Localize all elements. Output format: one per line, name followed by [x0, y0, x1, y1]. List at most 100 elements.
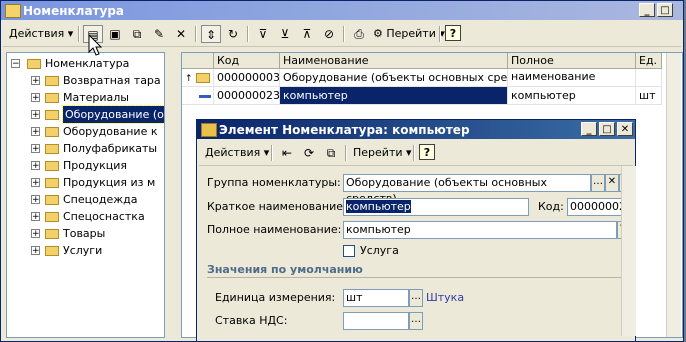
- expand-icon[interactable]: +: [31, 110, 40, 120]
- expand-icon[interactable]: +: [31, 93, 40, 103]
- expand-icon[interactable]: +: [31, 246, 40, 256]
- grid-cell-code[interactable]: 000000003: [214, 69, 280, 87]
- section-divider: [207, 277, 631, 278]
- toolbar-separator: [439, 26, 441, 42]
- add-group-icon[interactable]: ▣: [105, 25, 125, 43]
- main-window-title: Номенклатура: [23, 4, 125, 18]
- toolbar-separator: [271, 145, 273, 161]
- expand-icon[interactable]: +: [31, 161, 40, 171]
- grid-cell-code[interactable]: 000000023: [214, 87, 280, 105]
- folder-icon: [45, 212, 59, 222]
- tree-item-label: Материалы: [63, 91, 129, 104]
- dialog-title: Элемент Номенклатура: компьютер: [219, 123, 470, 137]
- tree-item-label: Продукция: [63, 159, 127, 172]
- dialog-minimize-button[interactable]: _: [581, 122, 597, 136]
- filter-setup-icon[interactable]: ⊻: [275, 25, 295, 43]
- expand-icon[interactable]: +: [31, 127, 40, 137]
- goto-menu-button[interactable]: ⚙ Перейти ▾: [369, 25, 449, 43]
- short-name-input[interactable]: компьютер: [343, 198, 529, 216]
- help-button[interactable]: ?: [445, 25, 461, 41]
- folder-icon: [45, 93, 59, 103]
- hierarchy-toggle-icon[interactable]: ⇕: [201, 25, 221, 43]
- group-tree[interactable]: − Номенклатура + Возвратная тара + Материал…: [6, 52, 165, 338]
- dialog-actions-menu-button[interactable]: Действия ▾: [201, 144, 273, 162]
- grid-cell-unit[interactable]: шт: [636, 87, 662, 105]
- group-row-icon: ↑: [182, 69, 214, 87]
- service-checkbox[interactable]: [343, 245, 355, 257]
- grid-cell-full-name[interactable]: компьютер: [508, 87, 636, 105]
- grid-header-name[interactable]: Наименование: [280, 53, 508, 69]
- vat-select-button[interactable]: …: [409, 312, 423, 330]
- expand-icon[interactable]: +: [31, 212, 40, 222]
- reread-icon[interactable]: ⟳: [299, 144, 319, 162]
- grid-scrollbar[interactable]: [666, 53, 681, 337]
- main-titlebar: Номенклатура _ □: [1, 1, 683, 20]
- grid-cell-full-name[interactable]: [508, 69, 636, 87]
- toolbar-separator: [413, 145, 415, 161]
- unit-input[interactable]: шт: [343, 289, 409, 307]
- grid-header-code[interactable]: Код: [214, 53, 280, 69]
- grid-header-full-name[interactable]: Полное наименование: [508, 53, 636, 83]
- folder-icon: [45, 144, 59, 154]
- folder-icon: [45, 229, 59, 239]
- tree-item-label: Полуфабрикаты: [63, 142, 158, 155]
- print-icon[interactable]: ⎙: [349, 25, 369, 43]
- folder-icon: [45, 246, 59, 256]
- toolbar-separator: [195, 26, 197, 42]
- expand-icon[interactable]: +: [31, 178, 40, 188]
- back-arrow-icon[interactable]: ⇤: [277, 144, 297, 162]
- expand-icon[interactable]: +: [31, 195, 40, 205]
- main-toolbar: Действия ▾ ▤ ▣ ⧉ ✎ ✕ ⇕ ↻ ⊽ ⊻ ⊼ ⊘ ⎙ ⚙ Пер…: [3, 22, 681, 47]
- full-name-label: Полное наименование:: [207, 223, 342, 236]
- toolbar-separator: [78, 26, 80, 42]
- dialog-maximize-button[interactable]: □: [599, 122, 615, 136]
- grid-cell-name[interactable]: компьютер: [280, 87, 508, 105]
- folder-icon: [45, 195, 59, 205]
- folder-icon: [196, 73, 210, 83]
- folder-icon: [45, 76, 59, 86]
- expand-icon[interactable]: +: [31, 144, 40, 154]
- dialog-actions-label: Действия: [205, 146, 261, 159]
- group-field-label: Группа номенклатуры:: [207, 176, 341, 189]
- copy-item-icon[interactable]: ⧉: [127, 25, 147, 43]
- grid-header-unit[interactable]: Ед.: [636, 53, 662, 69]
- history-icon[interactable]: ⊘: [319, 25, 339, 43]
- folder-icon: [45, 178, 59, 188]
- minimize-button[interactable]: _: [639, 3, 655, 17]
- tree-item-label: Оборудование к: [63, 125, 158, 138]
- unit-select-button[interactable]: …: [409, 289, 423, 307]
- filter-off-icon[interactable]: ⊼: [297, 25, 317, 43]
- refresh-icon[interactable]: ↻: [223, 25, 243, 43]
- actions-menu-button[interactable]: Действия ▾: [5, 25, 77, 43]
- group-field-input[interactable]: Оборудование (объекты основных средств): [343, 174, 591, 205]
- expand-icon[interactable]: +: [31, 229, 40, 239]
- copy-icon[interactable]: ⧉: [321, 144, 341, 162]
- full-name-input[interactable]: компьютер: [343, 221, 617, 239]
- collapse-icon[interactable]: −: [11, 59, 20, 69]
- dialog-goto-menu-button[interactable]: Перейти ▾: [349, 144, 416, 162]
- filter-icon[interactable]: ⊽: [253, 25, 273, 43]
- dialog-toolbar: Действия ▾ ⇤ ⟳ ⧉ Перейти ▾ ?: [199, 141, 633, 166]
- folder-icon: [45, 127, 59, 137]
- short-name-selected-text: компьютер: [346, 200, 411, 213]
- group-select-button[interactable]: …: [591, 174, 605, 192]
- up-arrow-icon: ↑: [185, 74, 193, 84]
- dialog-scrollbar[interactable]: [621, 166, 636, 336]
- expand-icon[interactable]: +: [31, 76, 40, 86]
- grid-header-icon-col: [182, 53, 214, 69]
- dialog-close-button[interactable]: ✕: [617, 122, 633, 136]
- defaults-section-title: Значения по умолчанию: [207, 263, 363, 276]
- dialog-help-button[interactable]: ?: [419, 144, 435, 160]
- grid-cell-unit[interactable]: [636, 69, 662, 87]
- window-app-icon: [5, 4, 21, 18]
- delete-item-icon[interactable]: ✕: [171, 25, 191, 43]
- unit-label: Единица измерения:: [215, 291, 336, 304]
- code-label: Код:: [538, 200, 564, 213]
- edit-item-icon[interactable]: ✎: [149, 25, 169, 43]
- grid-cell-name[interactable]: Оборудование (объекты основных средств): [280, 69, 508, 87]
- vat-input[interactable]: [343, 312, 409, 330]
- maximize-button[interactable]: □: [657, 3, 673, 17]
- item-dialog: Элемент Номенклатура: компьютер _ □ ✕ Де…: [196, 119, 636, 342]
- unit-link[interactable]: Штука: [426, 289, 464, 307]
- group-clear-icon[interactable]: ✕: [605, 174, 619, 192]
